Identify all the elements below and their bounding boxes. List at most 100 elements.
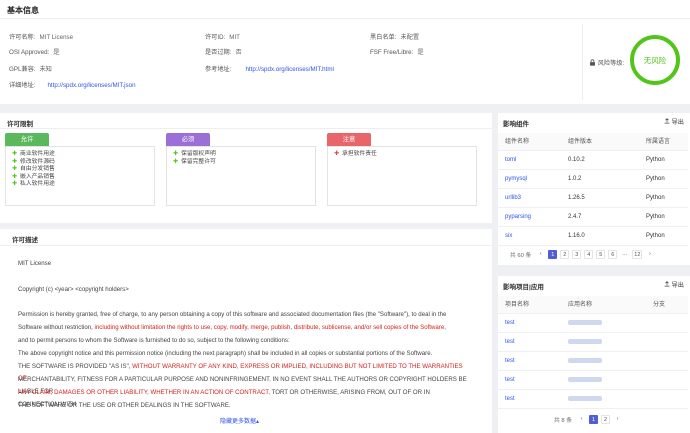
table-row[interactable]: test <box>498 314 688 333</box>
components-title: 影响组件 <box>503 121 529 128</box>
table-row[interactable]: test <box>498 390 688 409</box>
basic-info-title: 基本信息 <box>7 6 39 15</box>
page-button[interactable]: 3 <box>572 250 582 259</box>
required-tag: 必须 <box>166 133 210 146</box>
risk-value: 无风险 <box>643 55 667 65</box>
osi-value: 是 <box>53 49 60 56</box>
page-button[interactable]: 2 <box>560 250 570 259</box>
prev-page-button[interactable]: ‹ <box>536 250 545 259</box>
list-item: ✚ 保留完整许可 <box>173 158 216 165</box>
upload-icon <box>664 280 670 289</box>
ref-url-link[interactable]: http://spdx.org/licenses/MIT.html <box>245 66 333 73</box>
check-icon: ✚ <box>12 151 18 157</box>
risk-badge: 无风险 <box>630 35 680 85</box>
projects-pagination: 共 8 条 ‹ 1 2 › <box>554 415 622 424</box>
page-button[interactable]: 12 <box>632 250 643 259</box>
list-item: ✚ 商业软件用途 <box>12 151 55 157</box>
license-id-value: MIT <box>229 34 240 41</box>
column-header: 所属语言 <box>646 139 671 145</box>
table-row[interactable]: test <box>498 333 688 352</box>
projects-title: 影响项目|应用 <box>503 284 544 291</box>
page-button[interactable]: 4 <box>584 250 594 259</box>
note-box: ✚ 承担软件责任 <box>327 146 477 206</box>
osi-label: OSI Approved: <box>9 49 50 56</box>
prev-page-button[interactable]: ‹ <box>577 415 586 424</box>
allowed-tag: 允许 <box>5 133 49 146</box>
check-icon: ✚ <box>12 181 18 188</box>
desc-permission-line-3: and to permit persons to whom the Softwa… <box>18 337 290 344</box>
blacklist-label: 黑白名单: <box>370 34 397 41</box>
deprecated-label: 是否过期: <box>205 49 232 56</box>
list-item: ✚ 承担软件责任 <box>334 151 377 157</box>
page-button[interactable]: 2 <box>601 415 611 424</box>
column-header: 应用名称 <box>568 302 593 308</box>
check-icon: ✚ <box>173 158 179 165</box>
desc-copyright-line: Copyright (c) <year> <copyright holders> <box>18 286 129 293</box>
desc-title-line: MIT License <box>18 260 52 267</box>
risk-label: 风险等级: <box>597 60 625 67</box>
ref-url-label: 参考地址: <box>205 66 232 73</box>
redacted-app-name <box>568 371 602 390</box>
note-tag: 注意 <box>327 133 371 146</box>
components-pagination: 共 60 条 ‹ 1 2 3 4 5 6 … 12 › <box>510 250 654 259</box>
risk-level: 风险等级: <box>589 58 624 68</box>
page-button[interactable]: 1 <box>548 250 558 259</box>
export-label: 导出 <box>671 282 684 289</box>
redacted-app-name <box>568 314 602 333</box>
gpl-label: GPL兼容: <box>9 66 36 73</box>
allowed-box: ✚ 商业软件用途 ✚ 修改软件源码 ✚ 自由分发销售 ✚ 嵌入产品销售 ✚ 私人软件用途 <box>5 146 155 206</box>
table-row[interactable]: pyparsing 2.4.7 Python <box>498 208 688 227</box>
table-row[interactable]: test <box>498 371 688 390</box>
detail-url-label: 详细地址: <box>9 82 36 89</box>
detail-url-link[interactable]: http://spdx.org/licenses/MIT.json <box>47 82 135 89</box>
license-name-value: MIT License <box>39 34 74 41</box>
table-row[interactable]: urllib3 1.26.5 Python <box>498 189 688 208</box>
projects-export-button[interactable]: 导出 <box>664 280 684 289</box>
required-box: ✚ 保留版权声明 ✚ 保留完整许可 <box>166 146 316 206</box>
redacted-app-name <box>568 333 602 352</box>
projects-card: 影响项目|应用 导出 项目名称 应用名称 分支 test test test t… <box>498 276 690 433</box>
lock-icon <box>589 59 596 68</box>
license-id-label: 许可ID: <box>205 34 226 41</box>
description-card: 许可描述 MIT License Copyright (c) <year> <c… <box>0 229 492 433</box>
deprecated-value: 否 <box>235 49 242 56</box>
table-row[interactable]: pymysql 1.0.2 Python <box>498 170 688 189</box>
desc-permission-line-1: Permission is hereby granted, free of ch… <box>18 311 447 318</box>
table-row[interactable]: test <box>498 352 688 371</box>
total-count: 共 8 条 <box>554 418 573 424</box>
check-icon: ✚ <box>173 151 179 157</box>
alert-icon: ✚ <box>334 151 340 157</box>
column-header: 组件名称 <box>505 139 530 145</box>
list-item: ✚ 自由分发销售 <box>12 166 55 173</box>
list-item: ✚ 私人软件用途 <box>12 181 55 188</box>
restrictions-title: 许可限制 <box>7 121 33 128</box>
redacted-app-name <box>568 390 602 409</box>
components-card: 影响组件 导出 组件名称 组件版本 所属语言 toml 0.10.2 Python … <box>498 113 690 265</box>
table-header: 组件名称 组件版本 所属语言 <box>498 133 688 151</box>
next-page-button[interactable]: › <box>613 415 622 424</box>
desc-warranty-line-4: THE SOFTWARE OR THE USE OR OTHER DEALING… <box>18 402 231 409</box>
check-icon: ✚ <box>12 166 18 173</box>
page-button[interactable]: 5 <box>596 250 606 259</box>
basic-info-card: 基本信息 许可名称: MIT License 许可ID: MIT 黑白名单: 未配置 … <box>0 0 690 104</box>
desc-permission-line-2: Software without restriction, including … <box>18 324 446 331</box>
column-header: 组件版本 <box>568 139 593 145</box>
license-name-label: 许可名称: <box>9 34 36 41</box>
table-header: 项目名称 应用名称 分支 <box>498 296 688 314</box>
components-export-button[interactable]: 导出 <box>664 117 684 126</box>
page-ellipsis[interactable]: … <box>620 250 629 259</box>
collapse-link[interactable]: 隐藏更多数据▴ <box>220 416 259 425</box>
next-page-button[interactable]: › <box>645 250 654 259</box>
redacted-app-name <box>568 352 602 371</box>
gpl-value: 未知 <box>39 66 52 73</box>
page-button[interactable]: 6 <box>608 250 618 259</box>
fsf-label: FSF Free/Libre: <box>370 49 414 56</box>
table-row[interactable]: six 1.16.0 Python <box>498 227 688 246</box>
upload-icon <box>664 117 670 126</box>
table-row[interactable]: toml 0.10.2 Python <box>498 151 688 170</box>
total-count: 共 60 条 <box>510 253 532 259</box>
restrictions-card: 许可限制 允许 ✚ 商业软件用途 ✚ 修改软件源码 ✚ 自由分发销售 ✚ 嵌入产品销售 … <box>0 113 492 223</box>
description-title: 许可描述 <box>12 237 38 244</box>
page-button[interactable]: 1 <box>589 415 599 424</box>
fsf-value: 是 <box>417 49 424 56</box>
